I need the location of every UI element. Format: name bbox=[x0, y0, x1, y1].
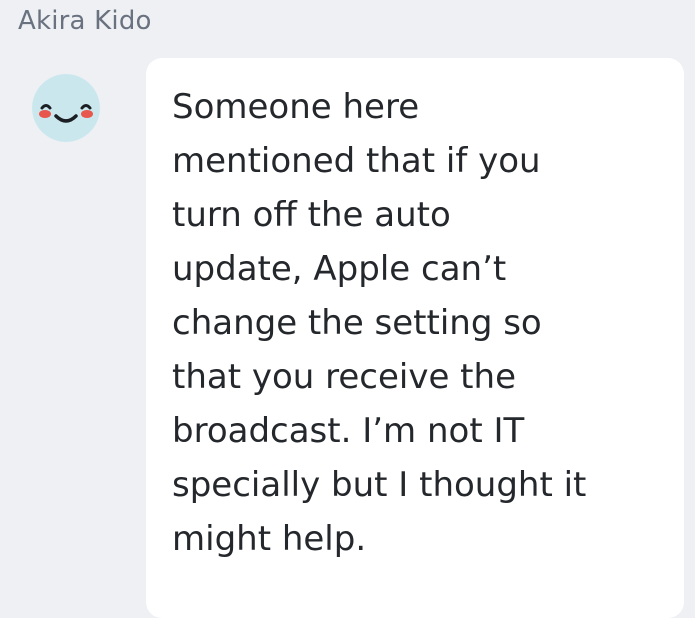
avatar[interactable] bbox=[32, 74, 100, 142]
sender-name[interactable]: Akira Kido bbox=[18, 4, 152, 38]
smiling-face-icon bbox=[32, 74, 100, 142]
message-text: Someone here mentioned that if you turn … bbox=[172, 87, 587, 559]
message-bubble[interactable]: Someone here mentioned that if you turn … bbox=[146, 58, 684, 618]
